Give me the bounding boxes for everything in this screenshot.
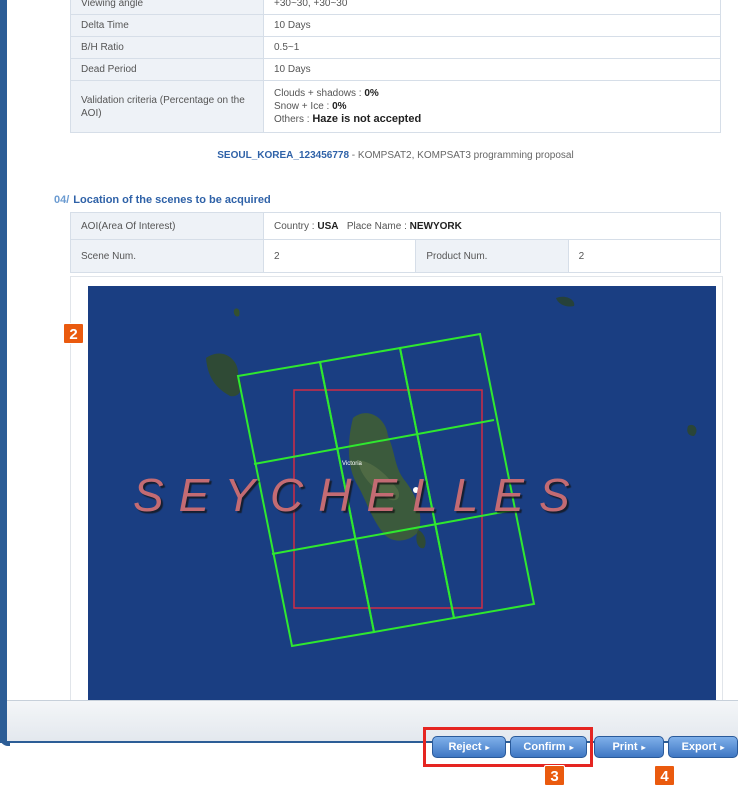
reject-button[interactable]: Reject ▸: [432, 736, 506, 758]
scene-map[interactable]: Victoria SEYCHELLES: [88, 286, 716, 704]
param-value: +30~30, +30~30: [263, 0, 721, 15]
arrow-right-icon: ▸: [569, 743, 574, 752]
place-value: NEWYORK: [409, 220, 462, 232]
table-row: Scene Num. 2 Product Num. 2: [70, 239, 722, 273]
callout-marker-confirm: 3: [544, 765, 565, 786]
param-label: Dead Period: [70, 58, 264, 81]
section-heading: 04/Location of the scenes to be acquired: [54, 194, 271, 206]
location-table: AOI(Area Of Interest) Country : USA Plac…: [70, 212, 722, 273]
section-title: Location of the scenes to be acquired: [73, 194, 271, 206]
proposal-link[interactable]: SEOUL_KOREA_123456778: [217, 150, 349, 161]
island-silhouette-north: [206, 353, 242, 397]
arrow-right-icon: ▸: [485, 743, 490, 752]
validation-label: Validation criteria (Percentage on the A…: [70, 80, 264, 133]
island-silhouette-ne: [556, 296, 575, 307]
arrow-right-icon: ▸: [641, 743, 646, 752]
callout-marker-map: 2: [63, 323, 84, 344]
table-row: B/H Ratio 0.5~1: [70, 36, 721, 59]
map-region-title: SEYCHELLES: [133, 469, 585, 521]
island-silhouette-south: [416, 530, 426, 549]
country-value: USA: [317, 220, 339, 232]
scene-value: 2: [262, 239, 417, 273]
island-silhouette-east: [687, 424, 697, 436]
validation-value: Clouds + shadows : 0% Snow + Ice : 0% Ot…: [263, 80, 721, 133]
aoi-value: Country : USA Place Name : NEWYORK: [263, 212, 721, 240]
param-value: 0.5~1: [263, 36, 721, 59]
section-number: 04/: [54, 194, 70, 206]
product-label: Product Num.: [415, 239, 569, 273]
param-label: Delta Time: [70, 14, 264, 37]
param-label: B/H Ratio: [70, 36, 264, 59]
product-value: 2: [567, 239, 722, 273]
validation-snow: Snow + Ice : 0%: [274, 101, 347, 112]
aoi-label: AOI(Area Of Interest): [70, 212, 264, 240]
proposal-caption: SEOUL_KOREA_123456778 - KOMPSAT2, KOMPSA…: [70, 150, 721, 161]
proposal-text: - KOMPSAT2, KOMPSAT3 programming proposa…: [349, 150, 574, 161]
parameters-table: Viewing angle +30~30, +30~30 Delta Time …: [70, 0, 721, 133]
arrow-right-icon: ▸: [720, 743, 725, 752]
callout-marker-print: 4: [654, 765, 675, 786]
export-button[interactable]: Export ▸: [668, 736, 738, 758]
param-value: 10 Days: [263, 14, 721, 37]
table-row: Dead Period 10 Days: [70, 58, 721, 81]
validation-clouds: Clouds + shadows : 0%: [274, 88, 379, 99]
param-value: 10 Days: [263, 58, 721, 81]
island-silhouette-small: [233, 308, 240, 317]
table-row: Delta Time 10 Days: [70, 14, 721, 37]
table-row: Validation criteria (Percentage on the A…: [70, 80, 721, 133]
param-label: Viewing angle: [70, 0, 264, 15]
confirm-button[interactable]: Confirm ▸: [510, 736, 587, 758]
action-bar: [7, 700, 738, 741]
validation-others: Others : Haze is not accepted: [274, 113, 422, 125]
print-button[interactable]: Print ▸: [594, 736, 664, 758]
scene-label: Scene Num.: [70, 239, 264, 273]
table-row: Viewing angle +30~30, +30~30: [70, 0, 721, 15]
map-place-label: Victoria: [342, 461, 362, 467]
window-frame-left: [0, 0, 7, 740]
table-row: AOI(Area Of Interest) Country : USA Plac…: [70, 212, 721, 240]
